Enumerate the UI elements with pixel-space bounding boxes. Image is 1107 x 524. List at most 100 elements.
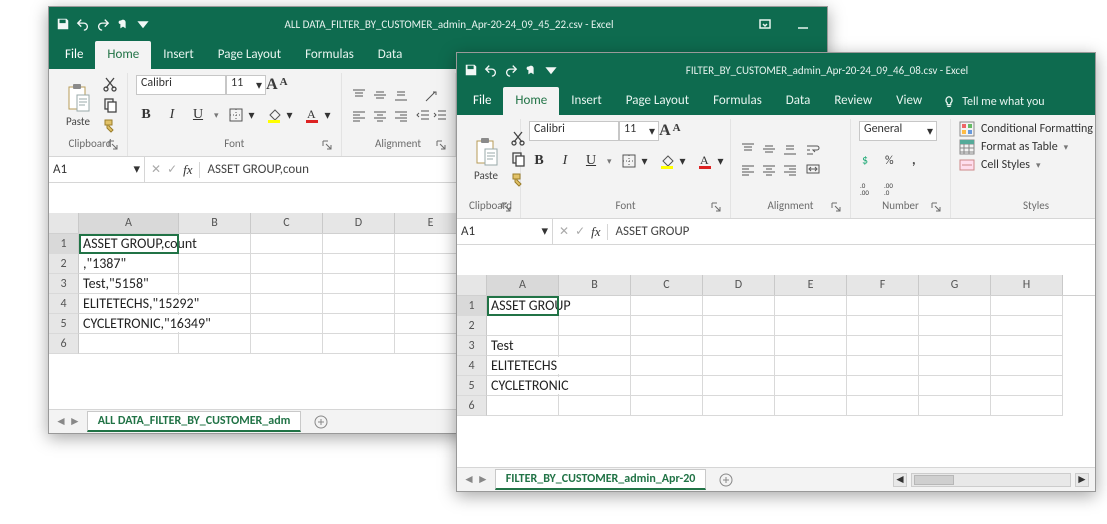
new-sheet-icon[interactable] [718,472,734,488]
dialog-launcher-icon[interactable] [830,201,842,213]
cell[interactable] [251,274,323,294]
row-header[interactable]: 1 [457,296,487,316]
increase-decimal-icon[interactable]: .0.00 [859,179,877,197]
bold-button[interactable]: B [529,151,549,171]
scroll-thumb[interactable] [914,475,954,485]
dropdown-caret-icon[interactable]: ▾ [607,156,612,167]
wrap-text-icon[interactable] [805,142,821,158]
cell[interactable] [847,316,919,336]
cell[interactable] [487,316,559,336]
cell[interactable] [703,376,775,396]
decrease-decimal-icon[interactable]: .00.0 [883,179,901,197]
cell[interactable] [919,336,991,356]
ribbon-options-icon[interactable] [747,12,783,36]
next-sheet-icon[interactable]: ► [69,414,81,429]
row-header[interactable]: 2 [457,316,487,336]
col-header[interactable]: H [991,275,1063,295]
cell[interactable] [631,316,703,336]
cell[interactable] [631,396,703,416]
cell[interactable] [559,316,631,336]
font-size-select[interactable]: 11 [226,75,266,95]
tab-data[interactable]: Data [774,87,823,115]
col-header[interactable]: D [323,213,395,233]
row-header[interactable]: 3 [457,336,487,356]
cell[interactable] [775,376,847,396]
cell[interactable]: ELITETECHS [487,356,559,376]
align-top-icon[interactable] [739,140,757,158]
align-right-icon[interactable] [781,161,799,179]
cell[interactable] [703,296,775,316]
cell[interactable] [323,274,395,294]
border-button[interactable]: ▾ [618,151,650,171]
decrease-font-icon[interactable]: A [673,122,681,140]
fill-color-button[interactable]: ▾ [656,151,688,171]
cell[interactable] [991,396,1063,416]
row-header[interactable]: 6 [49,334,79,354]
cell[interactable] [559,356,631,376]
cell[interactable]: ELITETECHS,"15292" [79,294,179,314]
select-all-corner[interactable] [457,275,487,295]
cell[interactable] [179,254,251,274]
comma-format-icon[interactable]: , [907,151,925,169]
cell[interactable] [631,356,703,376]
col-header[interactable]: D [703,275,775,295]
formula-input[interactable]: ASSET GROUP [608,219,1095,245]
cell[interactable] [847,296,919,316]
col-header[interactable]: B [559,275,631,295]
tab-insert[interactable]: Insert [559,87,614,115]
cell[interactable] [919,356,991,376]
cell[interactable] [251,314,323,334]
cell[interactable] [323,294,395,314]
cell[interactable] [847,396,919,416]
enter-formula-icon[interactable]: ✓ [575,224,585,239]
font-color-button[interactable]: A▾ [301,105,333,125]
paste-button[interactable]: Paste [61,81,95,130]
name-box[interactable]: A1▾ [457,219,553,245]
cell[interactable] [179,334,251,354]
cell[interactable] [775,356,847,376]
sheet-tab[interactable]: ALL DATA_FILTER_BY_CUSTOMER_adm [87,411,302,432]
format-painter-icon[interactable] [101,117,119,135]
cancel-formula-icon[interactable]: ✕ [151,162,161,177]
tab-page-layout[interactable]: Page Layout [206,41,293,69]
align-bottom-icon[interactable] [781,140,799,158]
cell[interactable] [323,334,395,354]
minimize-button[interactable] [785,12,821,36]
cell[interactable] [487,396,559,416]
cell[interactable] [919,316,991,336]
border-button[interactable]: ▾ [225,105,257,125]
cell[interactable] [919,396,991,416]
row-header[interactable]: 3 [49,274,79,294]
font-name-select[interactable]: Calibri [136,75,226,95]
cell[interactable]: CYCLETRONIC [487,376,559,396]
cell[interactable] [251,254,323,274]
tab-view[interactable]: View [884,87,934,115]
font-size-select[interactable]: 11 [619,121,659,141]
col-header[interactable]: C [251,213,323,233]
new-sheet-icon[interactable] [313,414,329,430]
dropdown-caret-icon[interactable]: ▾ [214,110,219,121]
cell[interactable] [251,334,323,354]
dialog-launcher-icon[interactable] [500,201,512,213]
decrease-indent-icon[interactable] [416,108,430,122]
fill-color-button[interactable]: ▾ [263,105,295,125]
cell-styles-button[interactable]: Cell Styles▾ [959,157,1041,173]
prev-sheet-icon[interactable]: ◄ [463,472,475,487]
cell[interactable]: Test [487,336,559,356]
align-middle-icon[interactable] [371,86,389,104]
col-header[interactable]: A [487,275,559,295]
cell[interactable] [847,336,919,356]
align-right-icon[interactable] [392,107,410,125]
cell[interactable] [991,336,1063,356]
cell[interactable]: ,"1387" [79,254,179,274]
dialog-launcher-icon[interactable] [710,201,722,213]
cell[interactable] [323,314,395,334]
prev-sheet-icon[interactable]: ◄ [55,414,67,429]
tab-file[interactable]: File [461,87,503,115]
tab-formulas[interactable]: Formulas [293,41,366,69]
row-header[interactable]: 5 [457,376,487,396]
save-icon[interactable] [55,16,71,32]
tab-formulas[interactable]: Formulas [701,87,774,115]
qat-customize-icon[interactable] [135,16,151,32]
cell[interactable] [703,356,775,376]
